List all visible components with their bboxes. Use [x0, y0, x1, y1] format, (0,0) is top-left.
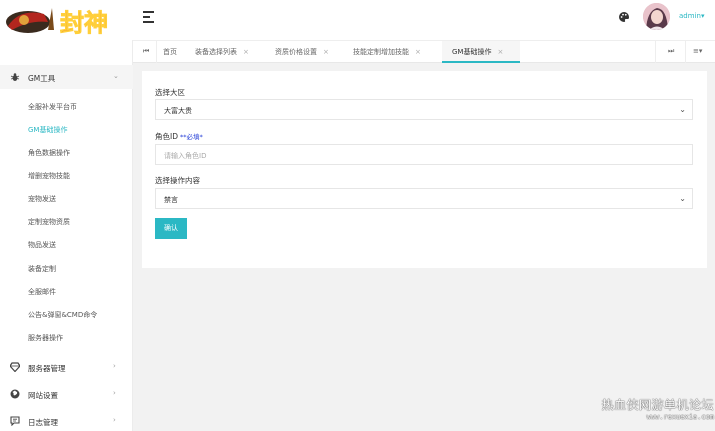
server-label: 选择大区: [155, 88, 185, 97]
close-icon[interactable]: ×: [415, 48, 421, 56]
sidebar-item-role-data[interactable]: 角色数据操作: [28, 148, 70, 158]
sidebar-item-pet-aptitude[interactable]: 定制宠物资质: [28, 217, 70, 227]
close-icon[interactable]: ×: [243, 48, 249, 56]
chevron-right-icon: ›: [113, 416, 116, 424]
sidebar-item-gm-basic[interactable]: GM基础操作: [28, 125, 67, 135]
chevron-down-icon: ⌄: [679, 105, 686, 114]
watermark-url: www.rexuexia.com: [646, 413, 714, 421]
tab-prev-icon[interactable]: ⏮: [143, 47, 149, 56]
sidebar: GM工具 ⌄ 全服补发平台币 GM基础操作 角色数据操作 增删宠物技能 宠物发送…: [0, 40, 133, 431]
sidebar-item-recharge[interactable]: 全服补发平台币: [28, 102, 77, 112]
role-id-label-text: 角色ID: [155, 132, 178, 141]
chevron-right-icon: ›: [113, 362, 116, 370]
globe-icon: [10, 389, 20, 399]
menu-toggle-icon[interactable]: [143, 11, 157, 23]
tab-label: 资质价格设置: [275, 48, 317, 56]
game-logo[interactable]: 封神: [0, 0, 133, 40]
sidebar-group-label: 服务器管理: [28, 364, 66, 373]
tab-label: 装备选择列表: [195, 48, 237, 56]
action-select-value: 禁言: [164, 196, 178, 204]
sidebar-item-pet-skills[interactable]: 增删宠物技能: [28, 171, 70, 181]
tab-home[interactable]: 首页: [163, 41, 177, 63]
sidebar-group-gm-tools[interactable]: GM工具 ⌄: [0, 67, 133, 89]
tab-divider: [655, 41, 656, 63]
tab-label: 首页: [163, 48, 177, 56]
forum-watermark: 热血侠网游单机论坛 www.rexuexia.com: [596, 396, 714, 421]
sidebar-group-label: 日志管理: [28, 418, 58, 427]
gm-form-card: 选择大区 大富大贵 ⌄ 角色ID **必填* 请输入角色ID 选择操作内容 禁言 …: [142, 71, 707, 268]
user-caret-icon: ▾: [700, 12, 705, 20]
sidebar-item-item-send[interactable]: 物品发送: [28, 240, 56, 250]
role-id-placeholder: 请输入角色ID: [164, 152, 207, 160]
bug-icon: [10, 72, 20, 82]
chevron-down-icon: ⌄: [679, 194, 686, 203]
confirm-button[interactable]: 确认: [155, 218, 187, 239]
tab-aptitude-price[interactable]: 资质价格设置 ×: [275, 41, 329, 63]
top-header: 封神 admin▾: [0, 0, 715, 40]
user-menu[interactable]: admin▾: [679, 12, 704, 20]
close-icon[interactable]: ×: [323, 48, 329, 56]
user-avatar[interactable]: [643, 3, 670, 30]
chevron-down-icon: ⌄: [113, 72, 119, 80]
tab-label: 技能定制增加技能: [353, 48, 409, 56]
sidebar-item-pet-send[interactable]: 宠物发送: [28, 194, 56, 204]
tab-label: GM基础操作: [452, 48, 492, 56]
tab-next-icon[interactable]: ⏭: [668, 47, 674, 56]
role-id-label: 角色ID **必填*: [155, 131, 203, 142]
sidebar-group-label: 网站设置: [28, 391, 58, 400]
tab-bar: ⏮ 首页 装备选择列表 × 资质价格设置 × 技能定制增加技能 × GM基础操作 × ⏭…: [133, 40, 715, 63]
sidebar-group-label: GM工具: [28, 74, 56, 83]
chevron-right-icon: ›: [113, 389, 116, 397]
tab-skill-custom[interactable]: 技能定制增加技能 ×: [353, 41, 421, 63]
server-select-value: 大富大贵: [164, 107, 192, 115]
sidebar-item-equip-custom[interactable]: 装备定制: [28, 264, 56, 274]
tab-divider: [685, 41, 686, 63]
tab-divider: [156, 41, 157, 63]
role-id-input[interactable]: 请输入角色ID: [155, 144, 693, 165]
action-label: 选择操作内容: [155, 176, 200, 185]
username: admin: [679, 12, 701, 20]
sidebar-group-site-settings[interactable]: 网站设置 ›: [0, 384, 133, 406]
action-select[interactable]: 禁言 ⌄: [155, 188, 693, 209]
sidebar-group-server-management[interactable]: 服务器管理 ›: [0, 357, 133, 379]
logo-title: 封神: [60, 8, 108, 37]
sidebar-item-mail[interactable]: 全服邮件: [28, 287, 56, 297]
close-icon[interactable]: ×: [497, 48, 503, 56]
diamond-icon: [9, 362, 21, 373]
message-icon: [10, 416, 20, 427]
theme-palette-icon[interactable]: [618, 11, 630, 23]
tab-menu-icon[interactable]: ≡▾: [693, 47, 702, 55]
required-marker: **必填*: [180, 133, 203, 141]
sidebar-item-server-ops[interactable]: 服务器操作: [28, 333, 63, 343]
tab-equip-list[interactable]: 装备选择列表 ×: [195, 41, 249, 63]
sidebar-group-logs[interactable]: 日志管理 ›: [0, 411, 133, 431]
tab-gm-basic[interactable]: GM基础操作 ×: [442, 41, 520, 63]
sidebar-item-notice-cmd[interactable]: 公告&弹窗&CMD命令: [28, 310, 97, 320]
watermark-title: 热血侠网游单机论坛: [601, 398, 714, 412]
server-select[interactable]: 大富大贵 ⌄: [155, 99, 693, 120]
